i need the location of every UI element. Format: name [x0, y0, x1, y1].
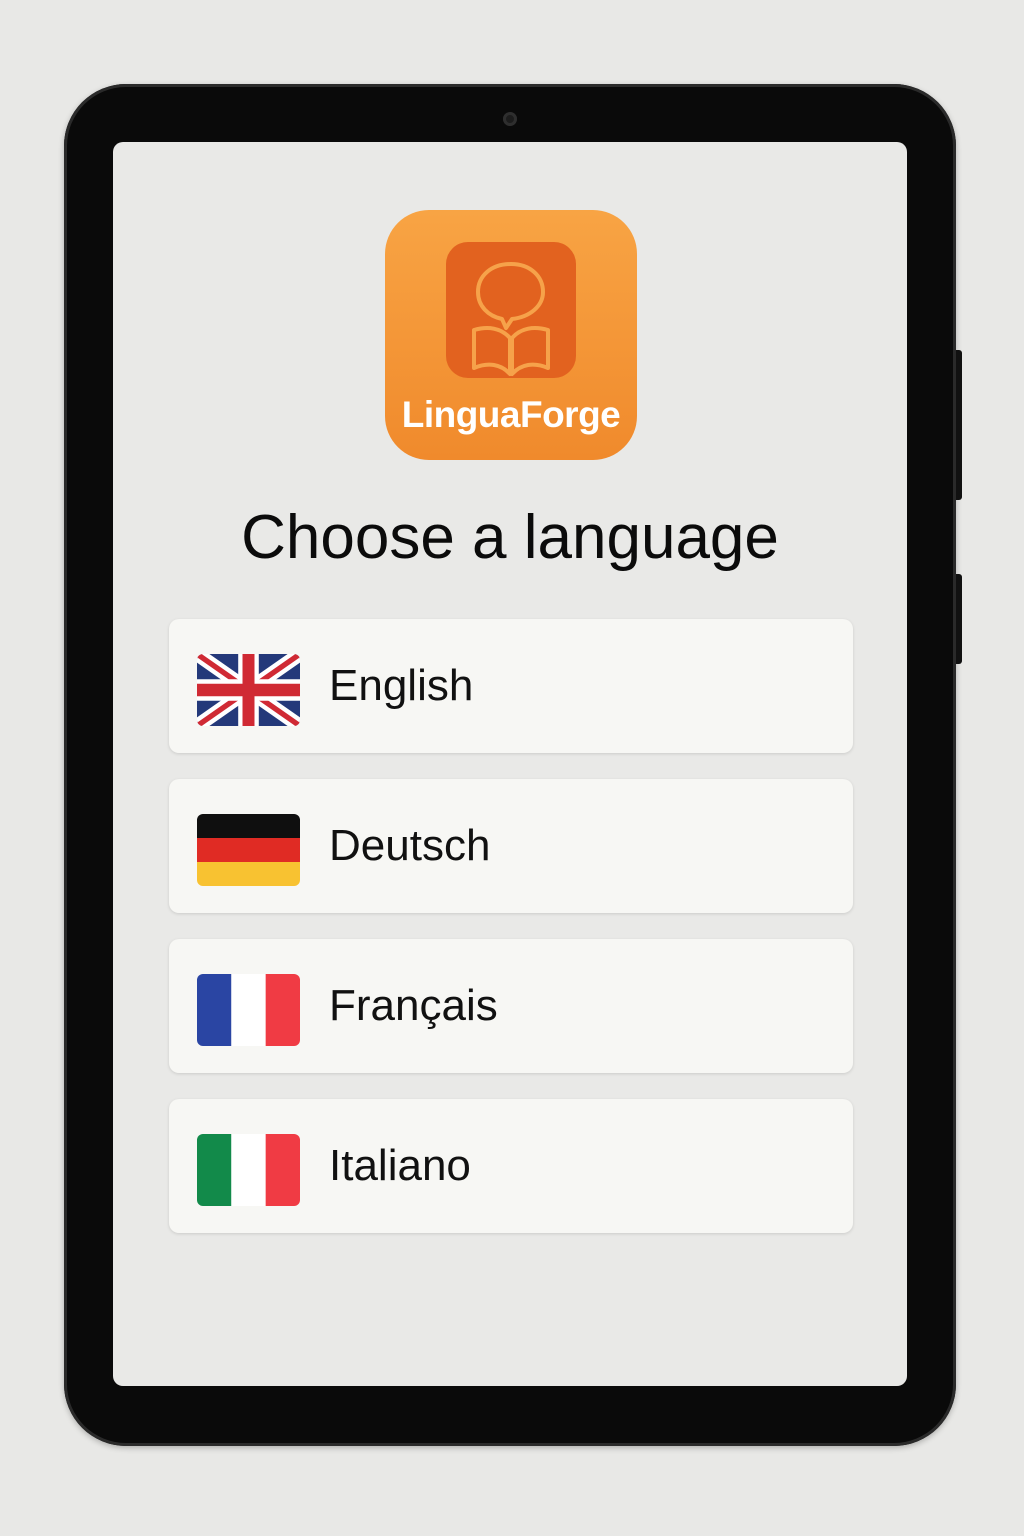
- language-option-francais[interactable]: Français: [169, 939, 853, 1073]
- app-name: LinguaForge: [401, 394, 621, 435]
- germany-flag-icon: [197, 814, 300, 886]
- speech-bubble-book-icon: [446, 242, 576, 378]
- power-button: [956, 574, 962, 664]
- app-logo: LinguaForge: [385, 210, 637, 460]
- language-option-english[interactable]: English: [169, 619, 853, 753]
- camera-icon: [503, 112, 517, 126]
- language-label: Deutsch: [329, 821, 491, 870]
- screen: LinguaForge Choose a language English De…: [113, 142, 907, 1386]
- language-list: English Deutsch Français Italiano: [169, 619, 853, 1259]
- language-label: English: [329, 661, 474, 710]
- tablet-frame: LinguaForge Choose a language English De…: [64, 84, 962, 1446]
- volume-button: [956, 350, 962, 500]
- language-label: Italiano: [329, 1141, 471, 1190]
- france-flag-icon: [197, 974, 300, 1046]
- language-option-italiano[interactable]: Italiano: [169, 1099, 853, 1233]
- language-option-deutsch[interactable]: Deutsch: [169, 779, 853, 913]
- language-label: Français: [329, 981, 498, 1030]
- italy-flag-icon: [197, 1134, 300, 1206]
- page-title: Choose a language: [241, 503, 779, 572]
- uk-flag-icon: [197, 654, 300, 726]
